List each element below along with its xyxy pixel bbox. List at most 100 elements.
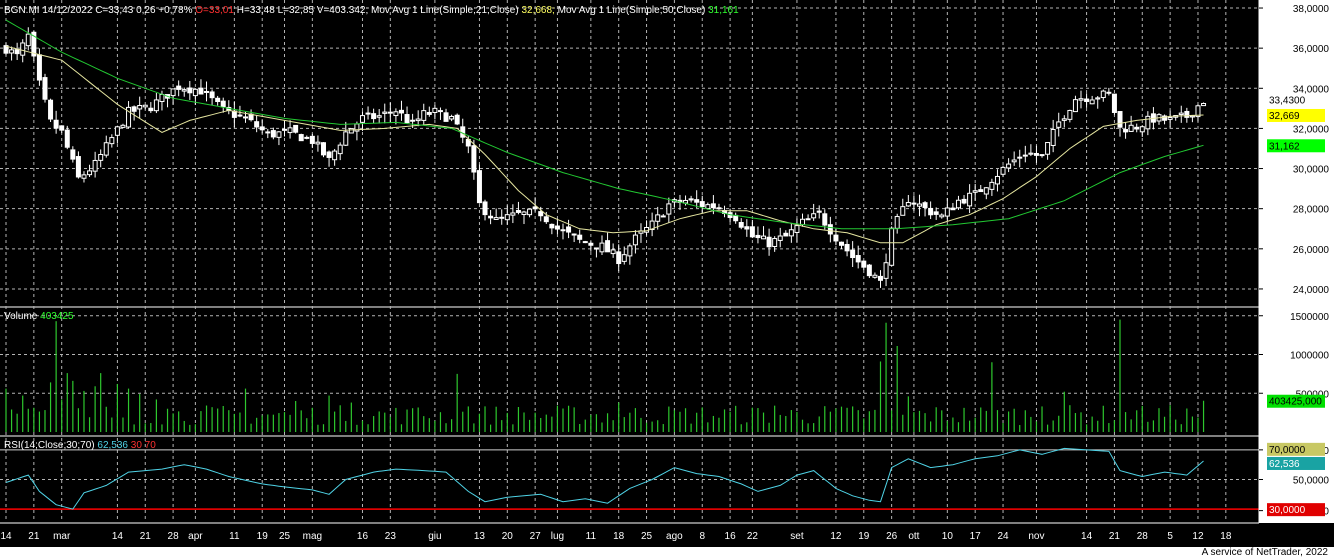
x-tick-label: 11 [586, 531, 597, 542]
candle-body [1033, 153, 1039, 156]
candle-body [900, 206, 906, 216]
candle-body [410, 119, 416, 122]
candle-body [25, 33, 31, 47]
candle-body [922, 202, 928, 208]
rsi-low-badge: 30,0000 [1269, 505, 1306, 516]
candle-body [699, 201, 705, 208]
close-value: C=33,43 [95, 5, 134, 16]
candle-body [276, 131, 282, 138]
candle-body [9, 49, 15, 54]
candle-body [1045, 142, 1051, 155]
candle-body [911, 202, 917, 205]
x-tick-label: lug [551, 531, 564, 542]
candle-body [605, 240, 611, 253]
price-tick-label: 30,0000 [1293, 165, 1330, 176]
candle-body [1111, 93, 1117, 113]
candle-body [772, 238, 778, 247]
rsi-header: RSI(14;Close;30;70) 62,536 30 70 [4, 440, 156, 451]
x-tick-label: apr [188, 531, 203, 542]
candle-body [198, 87, 204, 95]
hlv-values: H=33,48 L=32,85 V=403.342; [236, 5, 369, 16]
candle-body [348, 128, 354, 134]
x-tick-label: 14 [112, 531, 124, 542]
candle-body [443, 112, 449, 122]
x-tick-label: 27 [530, 531, 542, 542]
candle-body [315, 141, 321, 145]
candle-body [1123, 129, 1129, 133]
volume-tick-label: 1000000 [1290, 351, 1329, 362]
candle-body [582, 241, 588, 244]
x-tick-label: 19 [257, 531, 269, 542]
price-tick-label: 38,0000 [1293, 4, 1330, 15]
ma50-value: 31,161 [708, 5, 739, 16]
candle-body [159, 93, 165, 103]
candle-body [805, 218, 811, 221]
ma21-value: 32,668; [521, 5, 555, 16]
candle-body [800, 218, 806, 226]
price-tick-label: 24,0000 [1293, 285, 1330, 296]
candle-body [59, 125, 65, 131]
x-tick-label: 10 [942, 531, 954, 542]
candle-body [811, 213, 817, 219]
candle-body [398, 109, 404, 114]
candle-body [967, 192, 973, 207]
x-tick-label: 28 [1137, 531, 1149, 542]
candle-body [499, 216, 505, 219]
candle-body [432, 107, 438, 113]
candle-body [131, 106, 137, 112]
candle-body [766, 236, 772, 248]
candle-body [577, 234, 583, 240]
candle-body [36, 54, 42, 81]
candle-body [989, 181, 995, 190]
x-tick-label: 25 [279, 531, 291, 542]
x-tick-label: 16 [357, 531, 369, 542]
x-tick-label: 19 [858, 531, 870, 542]
candle-body [961, 198, 967, 204]
candle-body [376, 115, 382, 118]
x-tick-label: nov [1028, 531, 1044, 542]
candle-body [170, 88, 176, 97]
x-tick-label: 18 [1220, 531, 1232, 542]
candle-body [488, 215, 494, 219]
candle-body [87, 170, 93, 176]
x-tick-label: 21 [28, 531, 40, 542]
x-tick-label: mag [303, 531, 322, 542]
candle-body [1128, 124, 1134, 132]
x-tick-label: 25 [641, 531, 653, 542]
ma21-badge: 32,669 [1269, 111, 1300, 122]
candle-body [822, 213, 828, 226]
candle-body [1067, 109, 1073, 120]
rsi-label: RSI(14;Close;30;70) [4, 440, 95, 451]
price-tick-label: 32,0000 [1293, 124, 1330, 135]
price-tick-label: 28,0000 [1293, 205, 1330, 216]
x-tick-label: 8 [699, 531, 705, 542]
candle-body [103, 142, 109, 156]
rsi-badge: 62,536 [1269, 459, 1300, 470]
candle-body [114, 126, 120, 136]
candle-body [293, 124, 299, 133]
ma50-line [5, 19, 1204, 230]
candle-body [883, 262, 889, 279]
candle-body [983, 187, 989, 195]
candle-body [1117, 111, 1123, 128]
candle-body [282, 128, 287, 131]
candle-body [588, 242, 594, 246]
candle-body [538, 211, 544, 217]
volume-badge: 403425,000 [1269, 397, 1322, 408]
x-tick-label: 5 [1167, 531, 1173, 542]
candle-body [627, 245, 633, 257]
rsi-high-badge: 70,0000 [1269, 445, 1306, 456]
candle-body [955, 199, 961, 209]
quote-date: 14/12/2022 [42, 5, 93, 16]
candle-body [181, 89, 187, 92]
price-tick-label: 26,0000 [1293, 245, 1330, 256]
candle-body [1061, 118, 1067, 121]
candle-body [254, 121, 260, 128]
candle-body [1189, 115, 1195, 118]
candle-body [404, 114, 410, 124]
candle-body [243, 116, 249, 119]
candle-body [950, 207, 956, 211]
candle-body [632, 234, 638, 246]
candle-body [554, 225, 560, 230]
candle-body [1201, 102, 1207, 107]
